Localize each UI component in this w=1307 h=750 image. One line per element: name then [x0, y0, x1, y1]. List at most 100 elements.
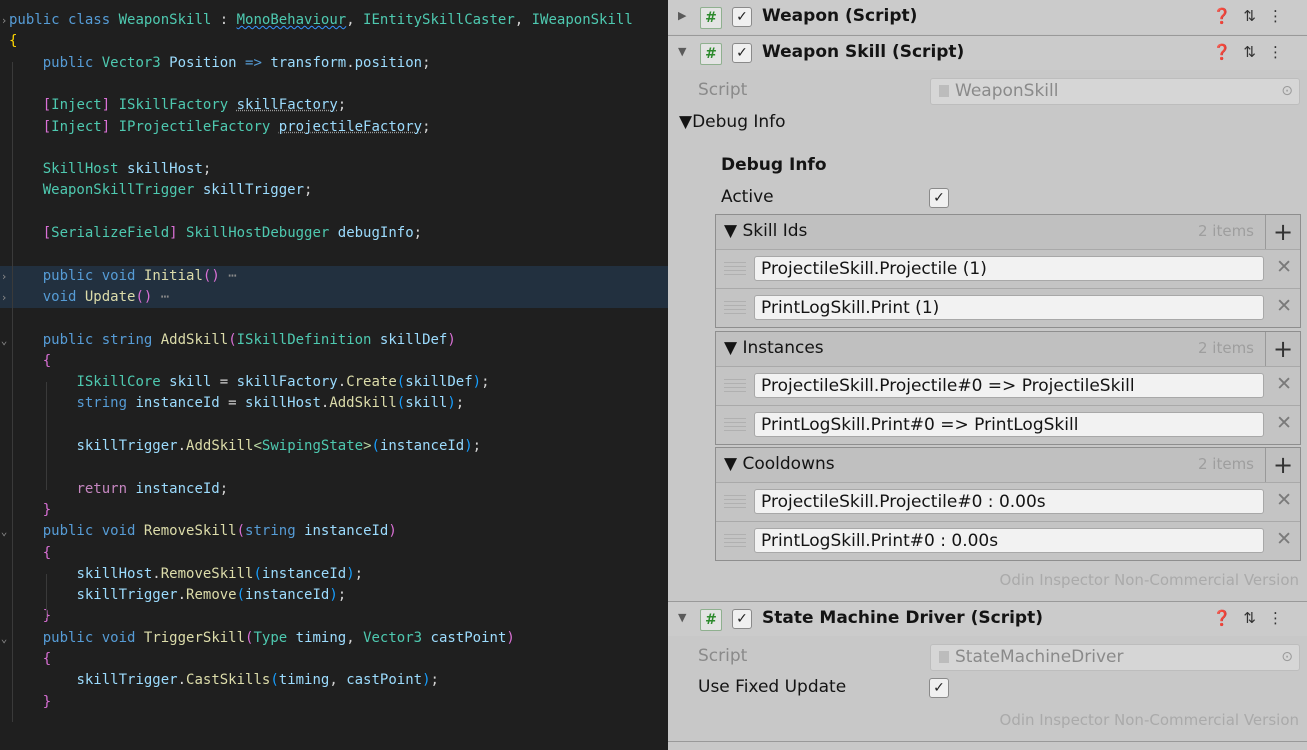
remove-item-button[interactable]: ✕ — [1276, 373, 1292, 395]
fold-chevron-icon[interactable]: ⌄ — [0, 521, 8, 542]
code-token: public — [42, 54, 102, 71]
code-line[interactable]: SkillHost skillHost; — [0, 159, 668, 180]
object-picker-icon[interactable]: ⊙ — [1281, 645, 1293, 670]
fold-chevron-icon[interactable]: ⌄ — [0, 330, 8, 351]
list-title[interactable]: ▼ Cooldowns — [724, 454, 835, 474]
code-line[interactable]: ⌄ public void RemoveSkill(string instanc… — [0, 521, 668, 542]
remove-item-button[interactable]: ✕ — [1276, 256, 1292, 278]
item-value-field[interactable]: PrintLogSkill.Print (1) — [754, 295, 1264, 320]
item-value-field[interactable]: ProjectileSkill.Projectile#0 => Projecti… — [754, 373, 1264, 398]
fold-chevron-icon[interactable]: ⌄ — [0, 628, 8, 649]
foldout-expanded-icon[interactable]: ▼ — [678, 611, 686, 624]
code-line[interactable] — [0, 74, 668, 95]
help-icon[interactable]: ❓ — [1213, 609, 1244, 627]
remove-item-button[interactable]: ✕ — [1276, 412, 1292, 434]
code-editor[interactable]: › public class WeaponSkill : MonoBehaviou… — [0, 0, 668, 750]
use-fixed-update-checkbox[interactable]: ✓ — [929, 678, 949, 698]
list-title[interactable]: ▼ Instances — [724, 338, 824, 358]
code-line[interactable]: public Vector3 Position => transform.pos… — [0, 53, 668, 74]
enabled-checkbox[interactable]: ✓ — [732, 43, 752, 63]
fold-chevron-icon[interactable]: › — [0, 287, 8, 308]
kebab-icon[interactable]: ⋮ — [1268, 609, 1295, 627]
item-value-field[interactable]: ProjectileSkill.Projectile#0 : 0.00s — [754, 489, 1264, 514]
code-line[interactable] — [0, 138, 668, 159]
code-line[interactable]: { — [0, 543, 668, 564]
help-icon[interactable]: ❓ — [1213, 7, 1244, 25]
code-token: skillDef — [405, 374, 473, 391]
item-value-field[interactable]: ProjectileSkill.Projectile (1) — [754, 256, 1264, 281]
code-line[interactable]: { — [0, 31, 668, 52]
enabled-checkbox[interactable]: ✓ — [732, 7, 752, 27]
code-line[interactable]: { — [0, 649, 668, 670]
remove-item-button[interactable]: ✕ — [1276, 295, 1292, 317]
remove-item-button[interactable]: ✕ — [1276, 489, 1292, 511]
drag-handle-icon[interactable] — [724, 262, 746, 276]
code-line[interactable]: › public class WeaponSkill : MonoBehaviou… — [0, 10, 668, 31]
component-header-weapon[interactable]: ▶ # ✓ Weapon (Script) ❓⇅⋮ — [668, 0, 1307, 34]
preset-icon[interactable]: ⇅ — [1243, 609, 1268, 627]
code-line[interactable]: { — [0, 351, 668, 372]
component-header-weapon-skill[interactable]: ▼ # ✓ Weapon Skill (Script) ❓⇅⋮ — [668, 35, 1307, 70]
list-header[interactable]: ▼ Cooldowns 2 items + — [716, 448, 1300, 482]
code-line[interactable]: skillTrigger.AddSkill<SwipingState>(inst… — [0, 436, 668, 457]
drag-handle-icon[interactable] — [724, 534, 746, 548]
drag-handle-icon[interactable] — [724, 418, 746, 432]
code-line[interactable]: } — [0, 500, 668, 521]
code-token: void — [101, 629, 144, 646]
code-line[interactable]: ISkillCore skill = skillFactory.Create(s… — [0, 372, 668, 393]
code-line[interactable] — [0, 308, 668, 329]
help-icon[interactable]: ❓ — [1213, 43, 1244, 61]
code-line[interactable]: › void Update() ⋯ — [0, 286, 668, 308]
list-header[interactable]: ▼ Skill Ids 2 items + — [716, 215, 1300, 249]
preset-icon[interactable]: ⇅ — [1243, 7, 1268, 25]
object-picker-icon[interactable]: ⊙ — [1281, 79, 1293, 104]
code-line[interactable]: [SerializeField] SkillHostDebugger debug… — [0, 223, 668, 244]
active-checkbox[interactable]: ✓ — [929, 188, 949, 208]
item-value-field[interactable]: PrintLogSkill.Print#0 : 0.00s — [754, 528, 1264, 553]
code-line[interactable]: skillTrigger.CastSkills(timing, castPoin… — [0, 670, 668, 691]
drag-handle-icon[interactable] — [724, 301, 746, 315]
code-line[interactable]: ⌄ public string AddSkill(ISkillDefinitio… — [0, 330, 668, 351]
script-object-field: WeaponSkill ⊙ — [930, 78, 1300, 105]
add-item-button[interactable]: + — [1265, 448, 1300, 482]
drag-handle-icon[interactable] — [724, 495, 746, 509]
fold-chevron-icon[interactable]: › — [0, 266, 8, 287]
code-line[interactable]: [Inject] ISkillFactory skillFactory; — [0, 95, 668, 116]
kebab-icon[interactable]: ⋮ — [1268, 43, 1295, 61]
list-title[interactable]: ▼ Skill Ids — [724, 221, 807, 241]
code-line[interactable]: ⌄ public void TriggerSkill(Type timing, … — [0, 628, 668, 649]
item-value-field[interactable]: PrintLogSkill.Print#0 => PrintLogSkill — [754, 412, 1264, 437]
code-line[interactable]: [Inject] IProjectileFactory projectileFa… — [0, 117, 668, 138]
debug-info-foldout[interactable]: ▼Debug Info — [679, 112, 786, 132]
code-line[interactable]: } — [0, 606, 668, 627]
code-line[interactable]: return instanceId; — [0, 479, 668, 500]
remove-item-button[interactable]: ✕ — [1276, 528, 1292, 550]
code-line[interactable] — [0, 415, 668, 436]
code-line[interactable]: WeaponSkillTrigger skillTrigger; — [0, 180, 668, 201]
add-item-button[interactable]: + — [1265, 215, 1300, 249]
preset-icon[interactable]: ⇅ — [1243, 43, 1268, 61]
code-line[interactable]: skillTrigger.Remove(instanceId); — [0, 585, 668, 606]
add-item-button[interactable]: + — [1265, 332, 1300, 366]
component-header-state-machine-driver[interactable]: ▼ # ✓ State Machine Driver (Script) ❓⇅⋮ — [668, 601, 1307, 636]
code-token: > — [363, 438, 372, 454]
code-line[interactable]: string instanceId = skillHost.AddSkill(s… — [0, 393, 668, 414]
code-line[interactable] — [0, 457, 668, 478]
drag-handle-icon[interactable] — [724, 379, 746, 393]
kebab-icon[interactable]: ⋮ — [1268, 7, 1295, 25]
code-line[interactable]: skillHost.RemoveSkill(instanceId); — [0, 564, 668, 585]
code-line[interactable]: › public void Initial() ⋯ — [0, 265, 668, 287]
foldout-expanded-icon[interactable]: ▼ — [678, 45, 686, 58]
list-header[interactable]: ▼ Instances 2 items + — [716, 332, 1300, 366]
code-line[interactable] — [0, 202, 668, 223]
fold-chevron-icon[interactable]: › — [0, 10, 8, 31]
enabled-checkbox[interactable]: ✓ — [732, 609, 752, 629]
code-line[interactable]: } — [0, 692, 668, 713]
foldout-collapsed-icon[interactable]: ▶ — [678, 9, 686, 22]
code-line[interactable] — [0, 244, 668, 265]
